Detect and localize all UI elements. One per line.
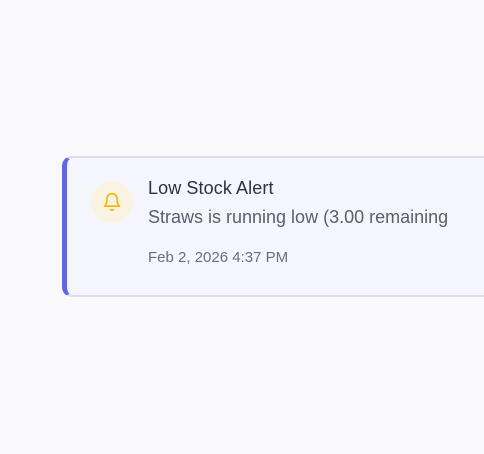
- page: Low Stock Alert Straws is running low (3…: [0, 0, 484, 454]
- notification-icon-badge: [91, 181, 133, 223]
- notification-timestamp: Feb 2, 2026 4:37 PM: [148, 249, 289, 266]
- notification-title: Low Stock Alert: [148, 178, 274, 198]
- notification-message: Straws is running low (3.00 remaining: [148, 207, 449, 227]
- bell-icon: [103, 192, 121, 212]
- low-stock-notification[interactable]: Low Stock Alert Straws is running low (3…: [62, 156, 484, 297]
